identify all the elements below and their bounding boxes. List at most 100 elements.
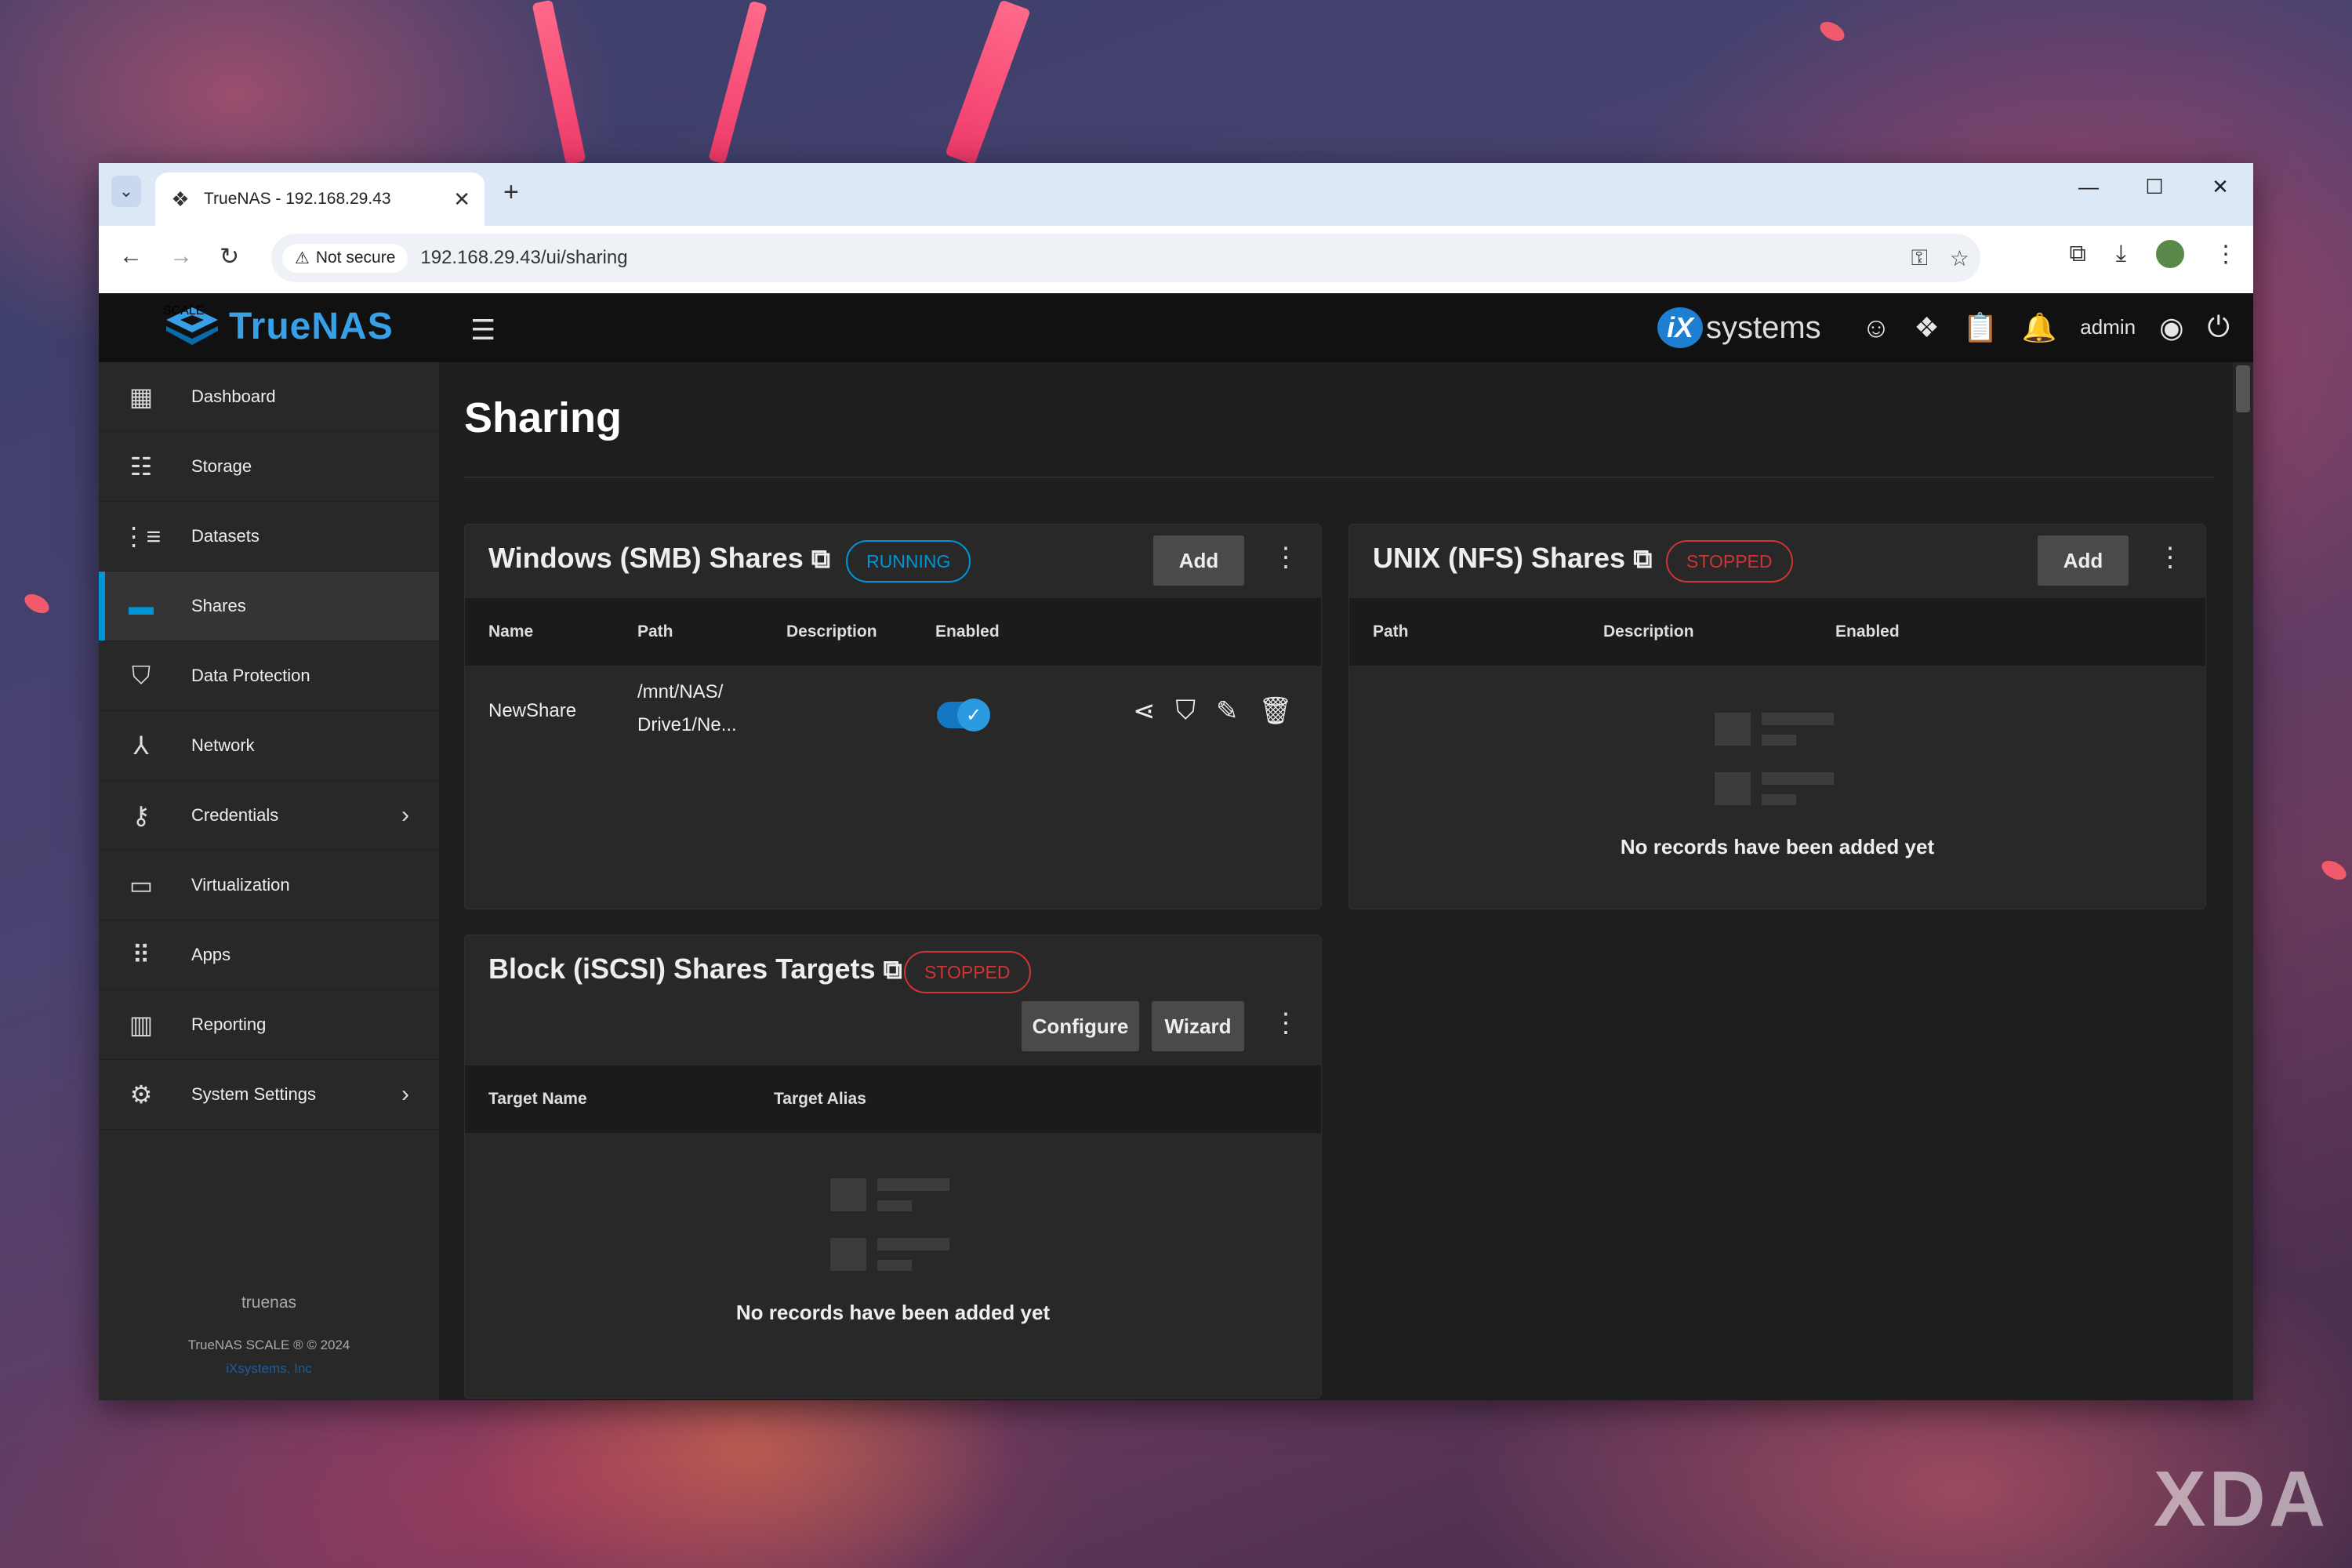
sidebar-item-data-protection[interactable]: ⛉ Data Protection (99, 641, 439, 711)
jobs-clipboard-icon[interactable]: 📋 (1963, 311, 1998, 344)
dashboard-icon: ▦ (129, 383, 154, 411)
forward-icon[interactable]: → (169, 243, 193, 270)
vendor-name: systems (1706, 310, 1821, 345)
close-tab-icon[interactable]: ✕ (453, 187, 470, 212)
sidebar-item-system-settings[interactable]: ⚙ System Settings › (99, 1060, 439, 1130)
sidebar-item-dashboard[interactable]: ▦ Dashboard (99, 362, 439, 432)
sidebar-item-shares[interactable]: ▬ Shares (99, 572, 439, 641)
account-circle-icon[interactable]: ◉ (2159, 311, 2183, 344)
browser-tab[interactable]: ❖ TrueNAS - 192.168.29.43 ✕ (155, 172, 485, 226)
main-content: Sharing Windows (SMB) Shares ⧉ RUNNING Ad… (439, 362, 2253, 1400)
open-external-icon[interactable]: ⧉ (811, 544, 830, 574)
sidebar-item-label: Network (191, 735, 255, 755)
empty-state: No records have been added yet (465, 1178, 1321, 1325)
sidebar-item-label: Reporting (191, 1014, 267, 1034)
card-title[interactable]: UNIX (NFS) Shares ⧉ (1373, 542, 1652, 575)
ixsystems-logo[interactable]: iX systems (1657, 307, 1821, 348)
url-text[interactable]: 192.168.29.43/ui/sharing (420, 247, 1889, 269)
scrollbar[interactable] (2233, 362, 2253, 1400)
chevron-right-icon: › (401, 802, 409, 828)
sidebar-item-virtualization[interactable]: ▭ Virtualization (99, 851, 439, 920)
not-secure-label: Not secure (315, 249, 396, 267)
apps-grid-icon: ⠿ (132, 941, 151, 969)
chart-icon: ▥ (129, 1011, 154, 1039)
minimize-icon[interactable]: — (2056, 163, 2122, 210)
sidebar-item-apps[interactable]: ⠿ Apps (99, 920, 439, 990)
menu-toggle-icon[interactable]: ☰ (470, 314, 495, 347)
admin-user-label[interactable]: admin (2080, 315, 2136, 339)
tab-title: TrueNAS - 192.168.29.43 (204, 190, 391, 208)
back-icon[interactable]: ← (119, 243, 143, 270)
sidebar-item-label: Storage (191, 456, 252, 476)
sidebar-item-datasets[interactable]: ⋮≡ Datasets (99, 502, 439, 572)
more-options-icon[interactable]: ⋮ (1272, 542, 1299, 573)
shares-icon: ▬ (129, 591, 154, 620)
column-header: Target Alias (774, 1090, 866, 1108)
edit-pencil-icon[interactable]: ✎ (1216, 695, 1239, 727)
status-badge: STOPPED (904, 951, 1031, 993)
card-title[interactable]: Windows (SMB) Shares ⧉ (488, 542, 830, 575)
enabled-toggle[interactable]: ✓ (937, 699, 990, 731)
scrollbar-thumb[interactable] (2236, 365, 2250, 412)
wizard-button[interactable]: Wizard (1152, 1001, 1244, 1051)
profile-avatar[interactable] (2156, 240, 2184, 268)
browser-window: ⌄ ❖ TrueNAS - 192.168.29.43 ✕ + — ☐ ✕ ← … (99, 163, 2253, 1400)
sidebar-item-label: Datasets (191, 526, 260, 546)
configure-button[interactable]: Configure (1022, 1001, 1139, 1051)
share-icon[interactable]: ⋖ (1133, 695, 1156, 727)
open-external-icon[interactable]: ⧉ (1633, 544, 1652, 574)
security-chip[interactable]: ⚠ Not secure (282, 243, 408, 273)
empty-list-icon (830, 1178, 956, 1277)
browser-menu-icon[interactable]: ⋮ (2214, 241, 2238, 268)
sidebar-item-network[interactable]: ⅄ Network (99, 711, 439, 781)
password-key-icon[interactable]: ⚿ (1911, 245, 1928, 271)
warning-icon: ⚠ (295, 249, 310, 267)
add-button[interactable]: Add (1153, 535, 1244, 586)
toolbar-actions: ⧉ ⤓ ⋮ (2069, 240, 2238, 268)
status-badge: STOPPED (1666, 540, 1793, 583)
download-icon[interactable]: ⤓ (2116, 241, 2126, 267)
nfs-title: UNIX (NFS) Shares (1373, 542, 1626, 574)
more-options-icon[interactable]: ⋮ (1272, 1007, 1299, 1039)
bookmark-star-icon[interactable]: ☆ (1950, 245, 1969, 271)
petal-decoration (1817, 17, 1848, 45)
chevron-right-icon: › (401, 1081, 409, 1107)
reload-icon[interactable]: ↻ (220, 243, 239, 270)
company-link[interactable]: iXsystems, Inc (99, 1361, 439, 1377)
shield-acl-icon[interactable]: ⛉ (1176, 695, 1196, 727)
open-external-icon[interactable]: ⧉ (884, 955, 902, 985)
more-options-icon[interactable]: ⋮ (2157, 542, 2183, 573)
extensions-icon[interactable]: ⧉ (2069, 241, 2085, 267)
window-controls: — ☐ ✕ (2056, 163, 2253, 210)
notifications-bell-icon[interactable]: 🔔 (2021, 311, 2056, 344)
smb-shares-card: Windows (SMB) Shares ⧉ RUNNING Add ⋮ Name… (464, 524, 1322, 909)
sidebar-item-label: Virtualization (191, 875, 290, 895)
maximize-icon[interactable]: ☐ (2122, 163, 2187, 210)
card-title[interactable]: Block (iSCSI) Shares Targets ⧉ (488, 953, 902, 985)
feedback-icon[interactable]: ☺ (1862, 311, 1891, 344)
column-header: Target Name (488, 1090, 587, 1108)
close-window-icon[interactable]: ✕ (2187, 163, 2253, 210)
truecommand-icon[interactable]: ❖ (1914, 311, 1939, 344)
card-header: Block (iSCSI) Shares Targets ⧉ STOPPED (465, 935, 1321, 1009)
chevron-down-icon: ⌄ (118, 181, 134, 201)
sidebar-item-reporting[interactable]: ▥ Reporting (99, 990, 439, 1060)
brand-sub: SCALE (163, 304, 205, 318)
share-name: NewShare (488, 700, 577, 721)
brand-name: TrueNAS (229, 305, 394, 347)
table-header: Path Description Enabled (1349, 598, 2205, 666)
add-button[interactable]: Add (2038, 535, 2129, 586)
power-icon[interactable]: ⏻ (2208, 310, 2230, 344)
address-bar[interactable]: ⚠ Not secure 192.168.29.43/ui/sharing ⚿ ☆ (271, 234, 1980, 282)
table-header: Name Path Description Enabled (465, 598, 1321, 666)
delete-trash-icon[interactable]: 🗑 (1259, 695, 1293, 727)
network-icon: ⅄ (133, 731, 149, 760)
sidebar-item-storage[interactable]: ☷ Storage (99, 432, 439, 502)
storage-icon: ☷ (129, 452, 153, 481)
sidebar-item-credentials[interactable]: ⚷ Credentials › (99, 781, 439, 851)
datasets-icon: ⋮≡ (121, 522, 162, 550)
column-header: Path (1373, 622, 1409, 641)
tab-search-button[interactable]: ⌄ (111, 176, 141, 207)
ix-mark: iX (1657, 307, 1703, 348)
new-tab-button[interactable]: + (503, 177, 519, 208)
